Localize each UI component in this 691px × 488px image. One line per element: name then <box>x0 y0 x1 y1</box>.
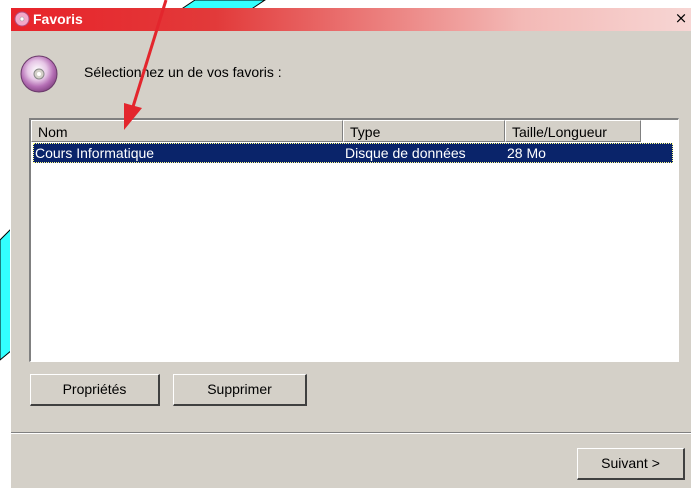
item-name: Cours Informatique <box>35 145 155 161</box>
next-button[interactable]: Suivant > <box>577 448 685 480</box>
favorites-cd-icon <box>14 11 30 27</box>
item-type: Disque de données <box>345 145 466 161</box>
prompt-text: Sélectionnez un de vos favoris : <box>84 64 282 80</box>
window-title: Favoris <box>33 11 83 27</box>
close-button[interactable]: × <box>674 10 688 27</box>
item-size: 28 Mo <box>507 145 546 161</box>
column-header-size[interactable]: Taille/Longueur <box>505 120 641 142</box>
separator-highlight <box>11 433 691 434</box>
favorites-dialog: Favoris × Sélectionnez un de vos favoris… <box>10 8 691 488</box>
list-header: Nom Type Taille/Longueur <box>31 120 678 142</box>
favorites-list[interactable]: Nom Type Taille/Longueur Cours Informati… <box>29 118 679 362</box>
title-bar: Favoris × <box>11 8 691 31</box>
properties-button[interactable]: Propriétés <box>30 374 160 406</box>
column-header-name[interactable]: Nom <box>31 120 343 142</box>
column-header-type[interactable]: Type <box>343 120 505 142</box>
delete-button[interactable]: Supprimer <box>173 374 307 406</box>
cd-disc-icon <box>20 55 58 93</box>
list-item[interactable]: Cours Informatique Disque de données 28 … <box>33 143 673 163</box>
